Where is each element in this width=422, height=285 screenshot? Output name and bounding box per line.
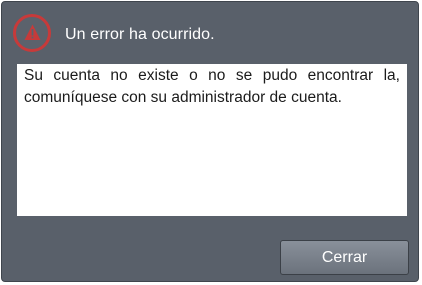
error-dialog: Un error ha ocurrido. Su cuenta no exist…	[1, 1, 419, 282]
message-box: Su cuenta no existe o no se pudo encontr…	[17, 64, 407, 216]
dialog-header: Un error ha ocurrido.	[2, 2, 418, 64]
dialog-title: Un error ha ocurrido.	[65, 26, 215, 43]
close-button[interactable]: Cerrar	[280, 240, 409, 275]
error-message: Su cuenta no existe o no se pudo encontr…	[24, 67, 400, 106]
warning-icon	[24, 24, 41, 40]
warning-badge	[13, 14, 51, 52]
